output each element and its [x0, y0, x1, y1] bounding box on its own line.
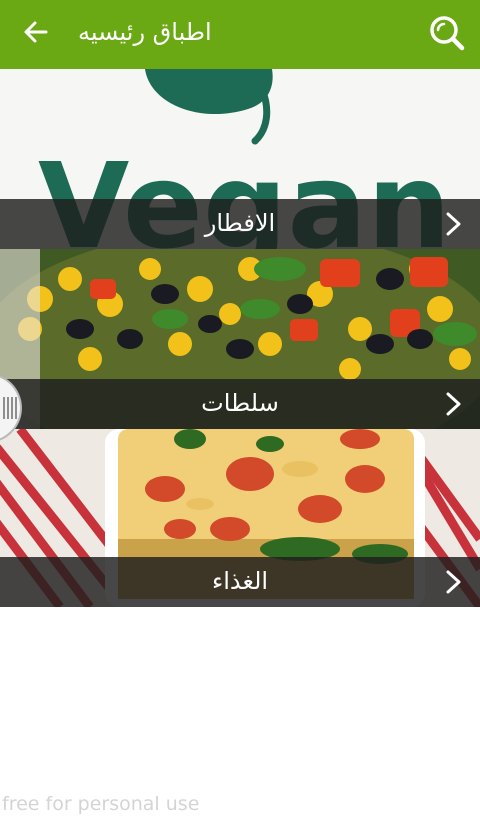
- app-bar: اطباق رئيسيه: [0, 0, 480, 69]
- page-title: اطباق رئيسيه: [78, 18, 212, 46]
- category-label: سلطات: [201, 389, 279, 417]
- chevron-right-icon: [446, 212, 461, 236]
- chevron-right-icon: [446, 570, 461, 594]
- category-label: الافطار: [204, 209, 276, 237]
- category-card-salads[interactable]: سلطات: [0, 249, 480, 429]
- chevron-right-icon: [446, 392, 461, 416]
- category-label-bar: الغذاء: [0, 557, 480, 607]
- category-card-breakfast[interactable]: Vegan الافطار: [0, 69, 480, 249]
- category-label-bar: سلطات: [0, 379, 480, 429]
- category-card-lunch[interactable]: الغذاء: [0, 429, 480, 607]
- drawer-handle[interactable]: [0, 373, 22, 443]
- category-label-bar: الافطار: [0, 199, 480, 249]
- watermark-text: free for personal use: [2, 793, 200, 815]
- grip-lines-icon: [3, 397, 17, 419]
- back-button[interactable]: [18, 14, 54, 50]
- search-icon: [430, 16, 465, 51]
- search-button[interactable]: [426, 12, 468, 54]
- category-label: الغذاء: [211, 567, 269, 595]
- arrow-left-icon: [24, 21, 48, 43]
